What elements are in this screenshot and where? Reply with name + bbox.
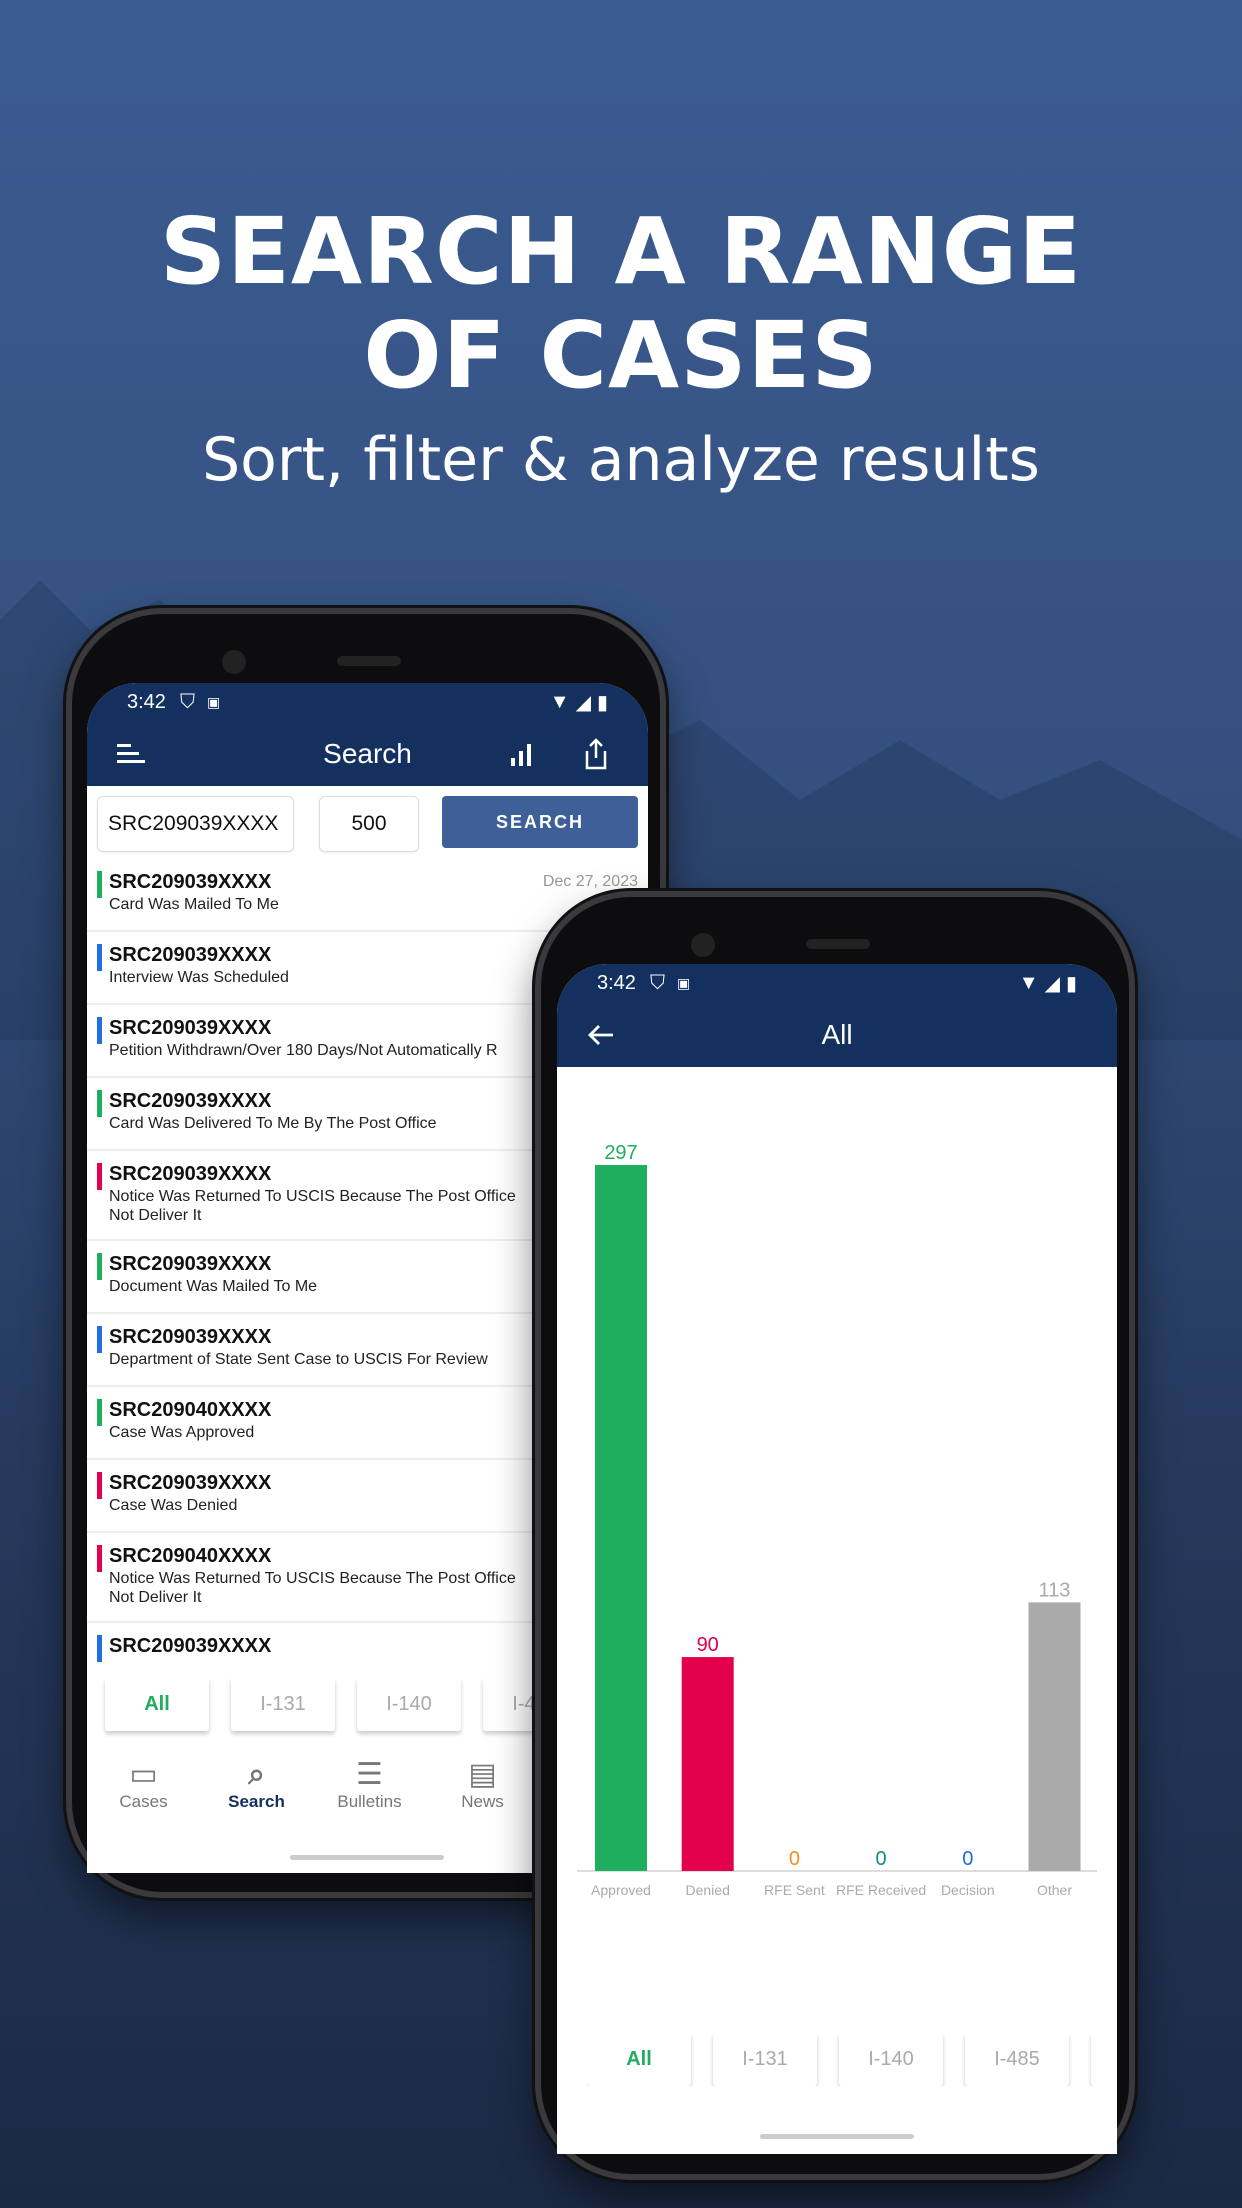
nav-label: News bbox=[461, 1792, 504, 1811]
case-status: Card Was Mailed To Me bbox=[109, 896, 279, 913]
chart-screen: 3:42 ⛉ ▣ ▼ ◢ ▮ All 297 Approved 90 Denied 0 RFE Se… bbox=[557, 964, 1117, 2154]
a-icon: ▣ bbox=[676, 974, 691, 991]
data-label: 113 bbox=[1039, 1579, 1071, 1601]
battery-icon: ▮ bbox=[596, 691, 608, 714]
hero-subtitle: Sort, filter & analyze results bbox=[202, 425, 1040, 495]
category-label: RFE Received bbox=[836, 1882, 926, 1898]
news-icon: ▤ bbox=[468, 1758, 497, 1791]
status-color-bar bbox=[97, 1163, 102, 1190]
home-indicator bbox=[290, 1855, 444, 1860]
nav-label: Search bbox=[228, 1792, 285, 1811]
home-indicator bbox=[760, 2134, 914, 2139]
chip-all[interactable]: All bbox=[105, 1677, 209, 1731]
battery-icon: ▮ bbox=[1065, 972, 1077, 995]
category-label: RFE Sent bbox=[764, 1882, 825, 1898]
menu-icon[interactable] bbox=[117, 743, 147, 764]
category-label: Decision bbox=[941, 1882, 995, 1898]
status-bar: 3:42 ⛉ ▣ ▼ ◢ ▮ bbox=[87, 683, 648, 721]
status-bar-chart: 297 Approved 90 Denied 0 RFE Sent 0 RFE Receive… bbox=[577, 1142, 1097, 1898]
search-button[interactable]: SEARCH bbox=[442, 796, 638, 848]
form-type-chips: All I-131 I-140 I-485 I bbox=[587, 2032, 1107, 2086]
share-icon[interactable] bbox=[583, 737, 609, 770]
list-icon: ☰ bbox=[356, 1758, 383, 1791]
chip-i-140[interactable]: I-140 bbox=[839, 2032, 943, 2086]
nav-cases[interactable]: ▭ Cases bbox=[87, 1750, 200, 1830]
chip-all[interactable]: All bbox=[587, 2032, 691, 2086]
category-label: Approved bbox=[591, 1882, 651, 1898]
form-type-chips: AllI-131I-140I-485 bbox=[105, 1677, 587, 1731]
page-title: Search bbox=[323, 737, 412, 769]
bar-chart-icon[interactable] bbox=[509, 742, 533, 766]
status-color-bar bbox=[97, 944, 102, 971]
bar-other bbox=[1028, 1602, 1081, 1871]
signal-icon: ◢ bbox=[1044, 972, 1060, 995]
status-color-bar bbox=[97, 1545, 102, 1572]
status-bar: 3:42 ⛉ ▣ ▼ ◢ ▮ bbox=[557, 964, 1117, 1002]
nav-search[interactable]: ⌕ Search bbox=[200, 1750, 313, 1830]
data-label: 0 bbox=[962, 1848, 973, 1870]
app-bar: All bbox=[557, 1002, 1117, 1067]
status-color-bar bbox=[97, 1090, 102, 1117]
chip-i-485[interactable]: I-485 bbox=[965, 2032, 1069, 2086]
chip-i-131[interactable]: I-131 bbox=[713, 2032, 817, 2086]
cases-icon: ▭ bbox=[129, 1758, 158, 1791]
nav-label: Bulletins bbox=[337, 1792, 402, 1811]
data-label: 297 bbox=[604, 1142, 637, 1164]
receipt-input[interactable]: SRC209039XXXX bbox=[97, 796, 294, 852]
wifi-icon: ▼ bbox=[1018, 971, 1039, 994]
app-bar: Search bbox=[87, 721, 648, 786]
bar-denied bbox=[681, 1657, 734, 1871]
category-label: Other bbox=[1037, 1882, 1072, 1898]
chip-i-140[interactable]: I-140 bbox=[357, 1677, 461, 1731]
shield-icon: ⛉ bbox=[179, 690, 195, 713]
nav-label: Cases bbox=[119, 1792, 168, 1811]
status-color-bar bbox=[97, 1253, 102, 1280]
data-label: 90 bbox=[697, 1634, 719, 1656]
camera bbox=[691, 933, 715, 957]
case-date: Dec 27, 2023 bbox=[542, 873, 638, 890]
camera bbox=[222, 650, 246, 674]
phone-chart: 3:42 ⛉ ▣ ▼ ◢ ▮ All 297 Approved 90 Denied 0 RFE Se… bbox=[535, 891, 1135, 2180]
status-color-bar bbox=[97, 1472, 102, 1499]
status-color-bar bbox=[97, 1399, 102, 1426]
chip-i[interactable]: I bbox=[1091, 2032, 1107, 2086]
nav-news[interactable]: ▤ News bbox=[426, 1750, 539, 1830]
status-color-bar bbox=[97, 1017, 102, 1044]
chip-i-131[interactable]: I-131 bbox=[231, 1677, 335, 1731]
status-color-bar bbox=[97, 1635, 102, 1662]
speaker bbox=[806, 939, 870, 949]
hero-title: SEARCH A RANGE OF CASES bbox=[159, 198, 1083, 409]
speaker bbox=[337, 656, 401, 666]
nav-bulletins[interactable]: ☰ Bulletins bbox=[313, 1750, 426, 1830]
a-icon: ▣ bbox=[206, 693, 221, 710]
category-label: Denied bbox=[686, 1882, 730, 1898]
wifi-icon: ▼ bbox=[549, 690, 570, 713]
back-arrow-icon[interactable] bbox=[587, 1023, 615, 1047]
data-label: 0 bbox=[789, 1848, 800, 1870]
status-color-bar bbox=[97, 871, 102, 898]
status-color-bar bbox=[97, 1326, 102, 1353]
data-label: 0 bbox=[876, 1848, 887, 1870]
bar-approved bbox=[595, 1165, 647, 1871]
shield-icon: ⛉ bbox=[649, 971, 665, 994]
page-title: All bbox=[821, 1018, 853, 1050]
count-input[interactable]: 500 bbox=[319, 796, 419, 852]
signal-icon: ◢ bbox=[575, 691, 591, 714]
search-icon: ⌕ bbox=[248, 1758, 265, 1791]
